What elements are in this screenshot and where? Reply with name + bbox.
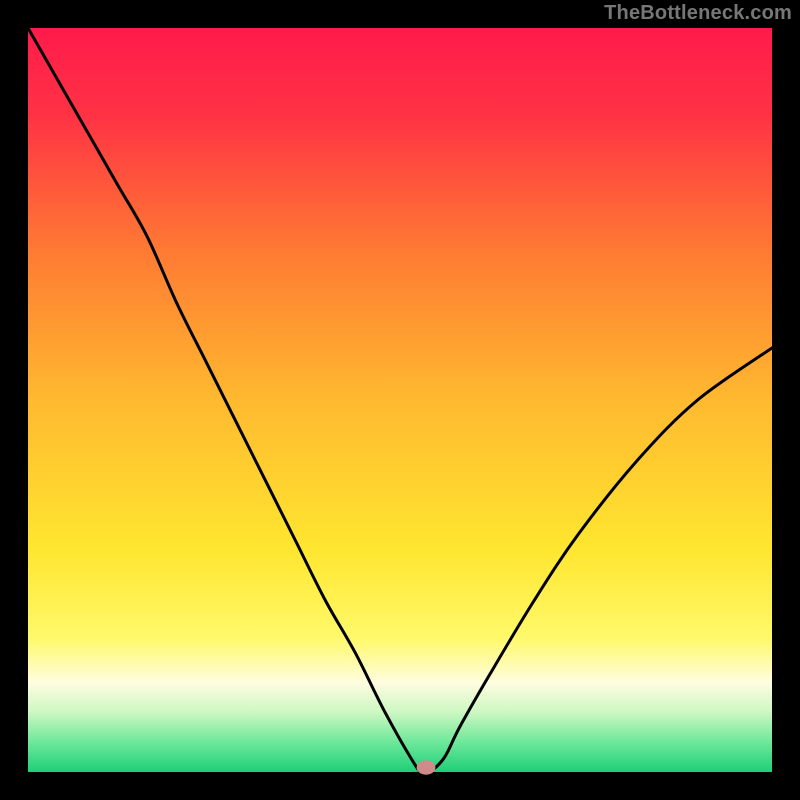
bottleneck-chart <box>0 0 800 800</box>
watermark-text: TheBottleneck.com <box>604 2 792 25</box>
chart-container: TheBottleneck.com <box>0 0 800 800</box>
chart-background <box>28 28 772 772</box>
optimal-marker <box>417 761 435 774</box>
